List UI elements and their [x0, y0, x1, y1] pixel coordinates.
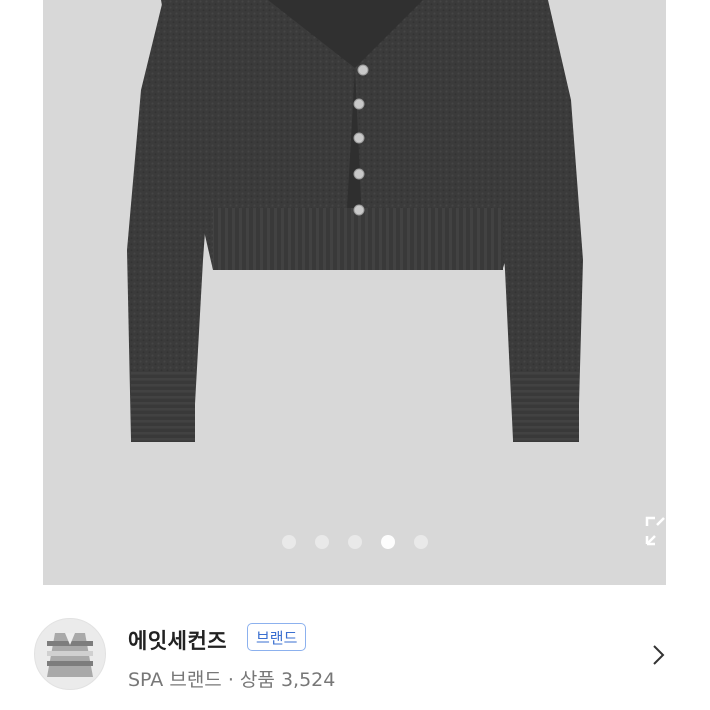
- carousel-indicator: [43, 535, 666, 549]
- carousel-dot[interactable]: [314, 535, 329, 549]
- chevron-right-icon[interactable]: [652, 644, 666, 666]
- brand-category: SPA 브랜드: [128, 669, 222, 691]
- carousel-dot[interactable]: [413, 535, 428, 549]
- carousel-dot-active[interactable]: [380, 535, 395, 549]
- brand-meta: SPA 브랜드 · 상품 3,524: [128, 665, 335, 692]
- brand-badge: 브랜드: [247, 623, 307, 651]
- brand-info-row[interactable]: 에잇세컨즈 브랜드 SPA 브랜드 · 상품 3,524: [0, 585, 710, 710]
- cardigan-illustration: [127, 0, 583, 442]
- products-label: 상품: [239, 669, 275, 691]
- carousel-dot[interactable]: [347, 535, 362, 549]
- product-image[interactable]: [43, 0, 666, 585]
- separator: ·: [227, 669, 234, 691]
- carousel-dot[interactable]: [281, 535, 296, 549]
- products-count: 3,524: [280, 669, 336, 691]
- brand-avatar: [34, 618, 106, 690]
- brand-name[interactable]: 에잇세컨즈: [128, 625, 227, 655]
